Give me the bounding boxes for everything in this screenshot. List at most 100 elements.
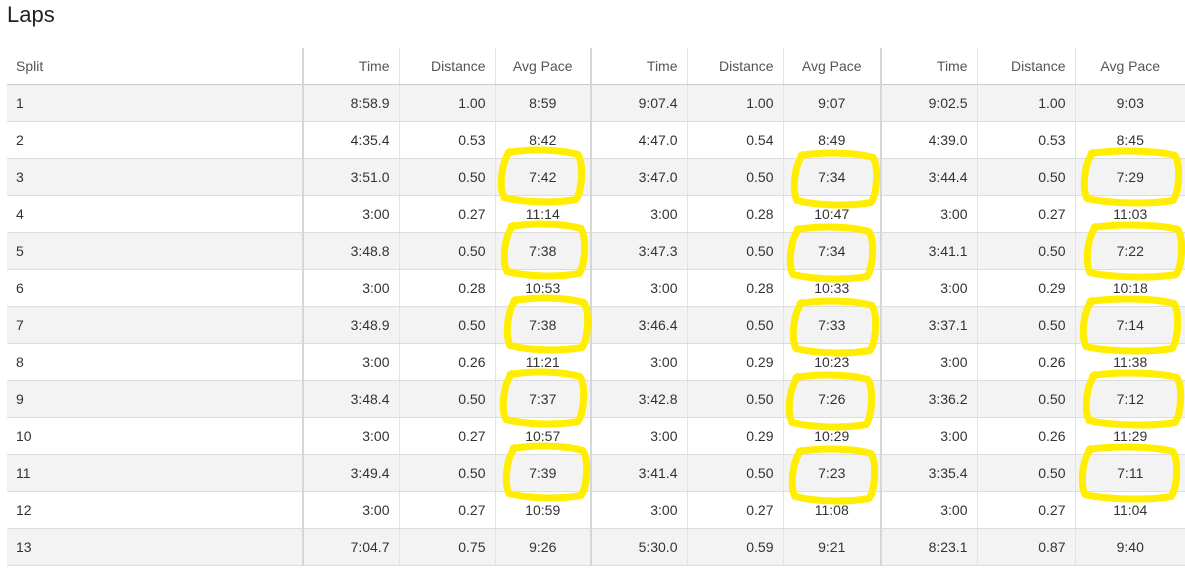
distance-cell: 0.50	[976, 306, 1075, 344]
avg-pace-cell: 8:42	[494, 121, 591, 159]
avg-pace-cell: 11:03	[1074, 195, 1185, 233]
split-cell: 5	[7, 232, 303, 270]
avg-pace-cell: 9:26	[494, 528, 591, 566]
distance-cell: 0.75	[398, 528, 495, 566]
time-cell: 3:37.1	[880, 306, 977, 344]
avg-pace-cell: 10:57	[494, 417, 591, 455]
time-cell: 3:41.4	[590, 454, 687, 492]
table-row: 12 3:00 0.27 10:59 3:00 0.27 11:08 3:00 0.27 11:0…	[7, 491, 1185, 529]
avg-pace-cell: 7:11	[1074, 454, 1185, 492]
split-cell: 12	[7, 491, 303, 529]
avg-pace-cell: 7:29	[1074, 158, 1185, 196]
distance-cell: 0.50	[976, 232, 1075, 270]
table-row: 7 3:48.9 0.50 7:38 3:46.4 0.50 7:33 3:37.1 0.50 7…	[7, 306, 1185, 344]
avg-pace-cell: 7:42	[494, 158, 591, 196]
table-row: 1 8:58.9 1.00 8:59 9:07.4 1.00 9:07 9:02.5 1.00 9…	[7, 84, 1185, 122]
laps-table-body: 1 8:58.9 1.00 8:59 9:07.4 1.00 9:07 9:02.5 1.00 9…	[7, 84, 1185, 566]
distance-cell: 0.29	[686, 417, 783, 455]
distance-cell: 1.00	[398, 84, 495, 122]
header-row: Split Time Distance Avg Pace Time Distan…	[7, 48, 1185, 85]
time-cell: 3:00	[880, 417, 977, 455]
table-row: 2 4:35.4 0.53 8:42 4:47.0 0.54 8:49 4:39.0 0.53 8…	[7, 121, 1185, 159]
column-header-avg-pace[interactable]: Avg Pace	[1074, 48, 1185, 85]
avg-pace-cell: 7:12	[1074, 380, 1185, 418]
distance-cell: 0.27	[976, 195, 1075, 233]
distance-cell: 0.50	[686, 380, 783, 418]
split-cell: 1	[7, 84, 303, 122]
time-cell: 4:47.0	[590, 121, 687, 159]
column-header-split[interactable]: Split	[7, 48, 303, 85]
time-cell: 3:51.0	[302, 158, 399, 196]
table-row: 6 3:00 0.28 10:53 3:00 0.28 10:33 3:00 0.29 10:18	[7, 269, 1185, 307]
avg-pace-cell: 7:26	[782, 380, 881, 418]
avg-pace-cell: 11:21	[494, 343, 591, 381]
distance-cell: 0.50	[976, 158, 1075, 196]
laps-table: Split Time Distance Avg Pace Time Distan…	[7, 48, 1185, 566]
column-header-avg-pace[interactable]: Avg Pace	[782, 48, 881, 85]
time-cell: 3:42.8	[590, 380, 687, 418]
time-cell: 3:46.4	[590, 306, 687, 344]
distance-cell: 0.29	[686, 343, 783, 381]
time-cell: 3:00	[880, 195, 977, 233]
distance-cell: 0.50	[686, 306, 783, 344]
column-header-distance[interactable]: Distance	[976, 48, 1075, 85]
avg-pace-cell: 11:38	[1074, 343, 1185, 381]
distance-cell: 0.27	[398, 195, 495, 233]
distance-cell: 0.27	[976, 491, 1075, 529]
split-cell: 4	[7, 195, 303, 233]
column-header-avg-pace[interactable]: Avg Pace	[494, 48, 591, 85]
avg-pace-cell: 7:22	[1074, 232, 1185, 270]
split-cell: 2	[7, 121, 303, 159]
time-cell: 3:47.3	[590, 232, 687, 270]
time-cell: 3:49.4	[302, 454, 399, 492]
avg-pace-cell: 10:47	[782, 195, 881, 233]
distance-cell: 0.26	[976, 417, 1075, 455]
distance-cell: 0.50	[686, 232, 783, 270]
time-cell: 3:48.8	[302, 232, 399, 270]
distance-cell: 1.00	[976, 84, 1075, 122]
table-row: 11 3:49.4 0.50 7:39 3:41.4 0.50 7:23 3:35.4 0.50…	[7, 454, 1185, 492]
distance-cell: 0.50	[976, 380, 1075, 418]
split-cell: 13	[7, 528, 303, 566]
table-row: 13 7:04.7 0.75 9:26 5:30.0 0.59 9:21 8:23.1 0.87…	[7, 528, 1185, 566]
distance-cell: 0.26	[398, 343, 495, 381]
column-header-time[interactable]: Time	[302, 48, 399, 85]
time-cell: 3:44.4	[880, 158, 977, 196]
column-header-distance[interactable]: Distance	[686, 48, 783, 85]
table-row: 10 3:00 0.27 10:57 3:00 0.29 10:29 3:00 0.26 11:2…	[7, 417, 1185, 455]
distance-cell: 0.53	[398, 121, 495, 159]
distance-cell: 0.50	[398, 306, 495, 344]
time-cell: 3:00	[590, 195, 687, 233]
distance-cell: 0.87	[976, 528, 1075, 566]
split-cell: 6	[7, 269, 303, 307]
time-cell: 3:35.4	[880, 454, 977, 492]
time-cell: 3:47.0	[590, 158, 687, 196]
distance-cell: 0.54	[686, 121, 783, 159]
avg-pace-cell: 7:14	[1074, 306, 1185, 344]
time-cell: 7:04.7	[302, 528, 399, 566]
distance-cell: 1.00	[686, 84, 783, 122]
split-cell: 10	[7, 417, 303, 455]
time-cell: 3:00	[590, 343, 687, 381]
time-cell: 3:41.1	[880, 232, 977, 270]
avg-pace-cell: 8:45	[1074, 121, 1185, 159]
table-row: 4 3:00 0.27 11:14 3:00 0.28 10:47 3:00 0.27 11:03	[7, 195, 1185, 233]
time-cell: 3:36.2	[880, 380, 977, 418]
distance-cell: 0.50	[398, 454, 495, 492]
column-header-time[interactable]: Time	[590, 48, 687, 85]
time-cell: 3:00	[590, 417, 687, 455]
distance-cell: 0.29	[976, 269, 1075, 307]
avg-pace-cell: 8:49	[782, 121, 881, 159]
avg-pace-cell: 10:18	[1074, 269, 1185, 307]
time-cell: 3:00	[302, 491, 399, 529]
avg-pace-cell: 10:59	[494, 491, 591, 529]
avg-pace-cell: 7:37	[494, 380, 591, 418]
avg-pace-cell: 10:33	[782, 269, 881, 307]
avg-pace-cell: 7:23	[782, 454, 881, 492]
column-header-time[interactable]: Time	[880, 48, 977, 85]
time-cell: 3:00	[880, 269, 977, 307]
avg-pace-cell: 7:39	[494, 454, 591, 492]
time-cell: 3:00	[302, 343, 399, 381]
column-header-distance[interactable]: Distance	[398, 48, 495, 85]
split-cell: 3	[7, 158, 303, 196]
